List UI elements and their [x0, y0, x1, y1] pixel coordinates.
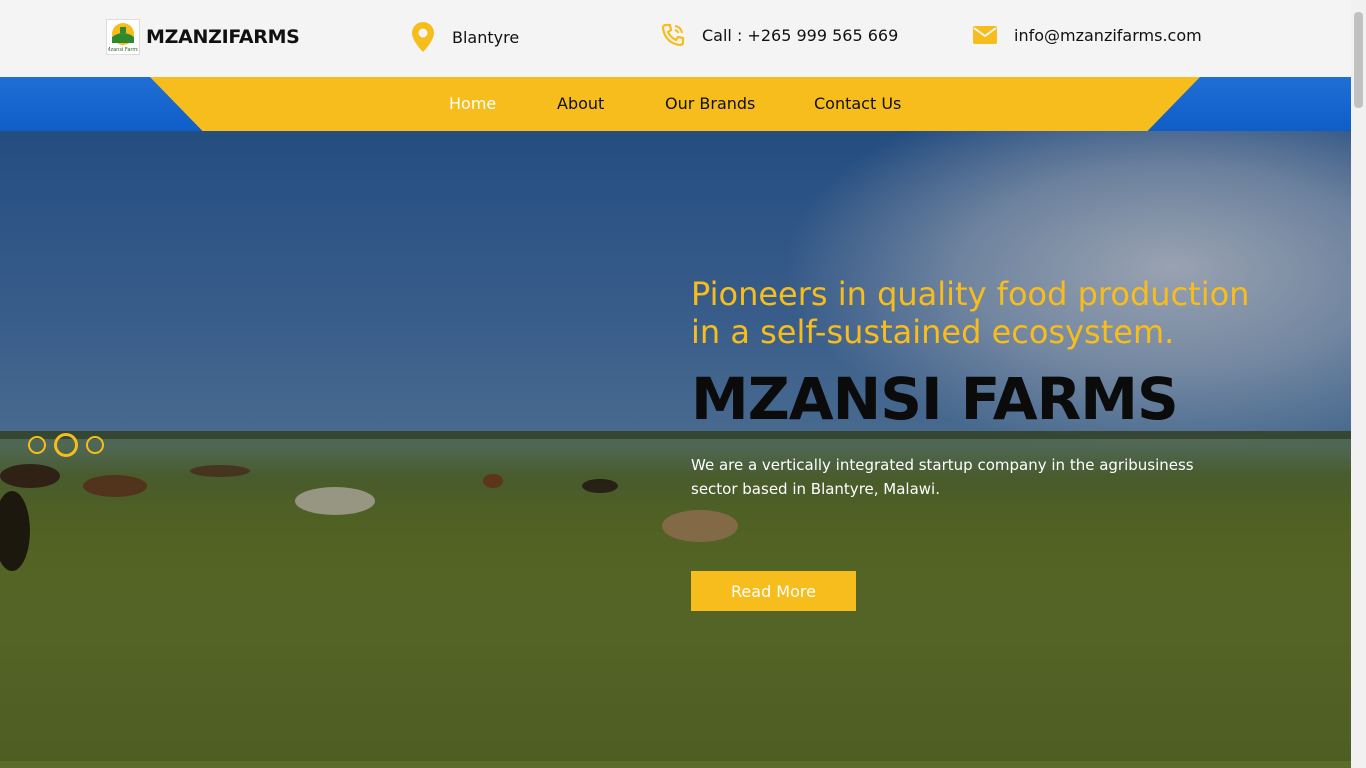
email-info[interactable]: info@mzanzifarms.com	[972, 20, 1202, 50]
phone-text: Call : +265 999 565 669	[702, 25, 899, 45]
page-scrollbar[interactable]	[1351, 0, 1366, 768]
slider-dot-1[interactable]	[28, 436, 46, 454]
top-header: Mzansi Farms MZANZIFARMS Blantyre Call :…	[0, 0, 1351, 77]
hero-tagline: Pioneers in quality food production in a…	[691, 275, 1250, 351]
location-info: Blantyre	[410, 22, 519, 52]
phone-info[interactable]: Call : +265 999 565 669	[660, 20, 898, 50]
hero-banner: Pioneers in quality food production in a…	[0, 131, 1351, 761]
location-text: Blantyre	[452, 27, 520, 47]
hero-description: We are a vertically integrated startup c…	[691, 456, 1194, 498]
nav-contact-us[interactable]: Contact Us	[814, 94, 901, 113]
logo-badge: Mzansi Farms	[106, 19, 140, 55]
farm-logo-icon: Mzansi Farms	[108, 23, 138, 53]
main-nav: Home About Our Brands Contact Us	[0, 77, 1351, 131]
slider-dot-3[interactable]	[86, 436, 104, 454]
phone-icon	[660, 20, 686, 50]
nav-our-brands[interactable]: Our Brands	[665, 94, 755, 113]
map-pin-icon	[410, 22, 436, 52]
slider-dots	[28, 433, 104, 457]
slider-dot-2[interactable]	[54, 433, 78, 457]
svg-text:Mzansi Farms: Mzansi Farms	[108, 47, 138, 53]
nav-about[interactable]: About	[557, 94, 604, 113]
brand-name: MZANZIFARMS	[146, 26, 300, 48]
email-text: info@mzanzifarms.com	[1014, 25, 1202, 45]
hero-content: Pioneers in quality food production in a…	[691, 275, 1251, 501]
brand-logo[interactable]: Mzansi Farms MZANZIFARMS	[106, 19, 300, 55]
next-section-strip	[0, 761, 1351, 768]
scrollbar-thumb[interactable]	[1354, 12, 1363, 108]
read-more-button[interactable]: Read More	[691, 571, 856, 611]
nav-home[interactable]: Home	[449, 94, 496, 113]
hero-title: MZANSI FARMS	[691, 365, 1179, 433]
envelope-icon	[972, 20, 998, 50]
